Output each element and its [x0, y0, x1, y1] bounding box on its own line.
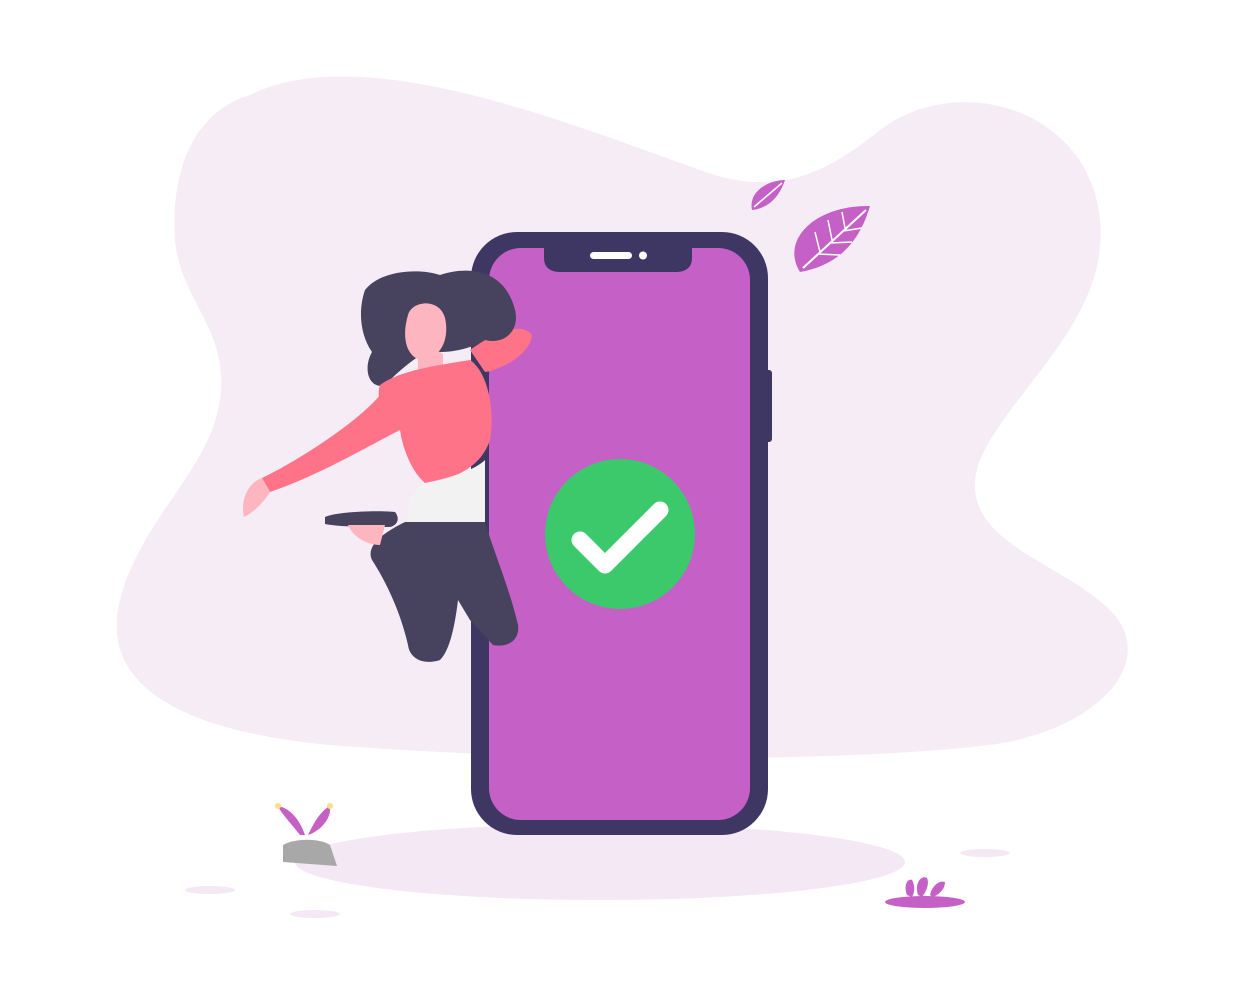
rock-icon — [283, 839, 337, 866]
phone-camera — [639, 251, 647, 260]
success-illustration — [116, 76, 1128, 918]
ground-shadow — [295, 824, 905, 900]
plant-icon — [275, 803, 333, 835]
phone-speaker — [590, 252, 632, 259]
illustration-canvas — [0, 0, 1250, 1000]
phone-notch — [544, 248, 692, 272]
ground-dash-2 — [290, 910, 340, 918]
flower-icon — [885, 877, 965, 908]
ground-dash-1 — [185, 886, 235, 894]
phone — [471, 232, 772, 835]
ground-dash-3 — [960, 849, 1010, 857]
success-circle — [545, 459, 695, 609]
